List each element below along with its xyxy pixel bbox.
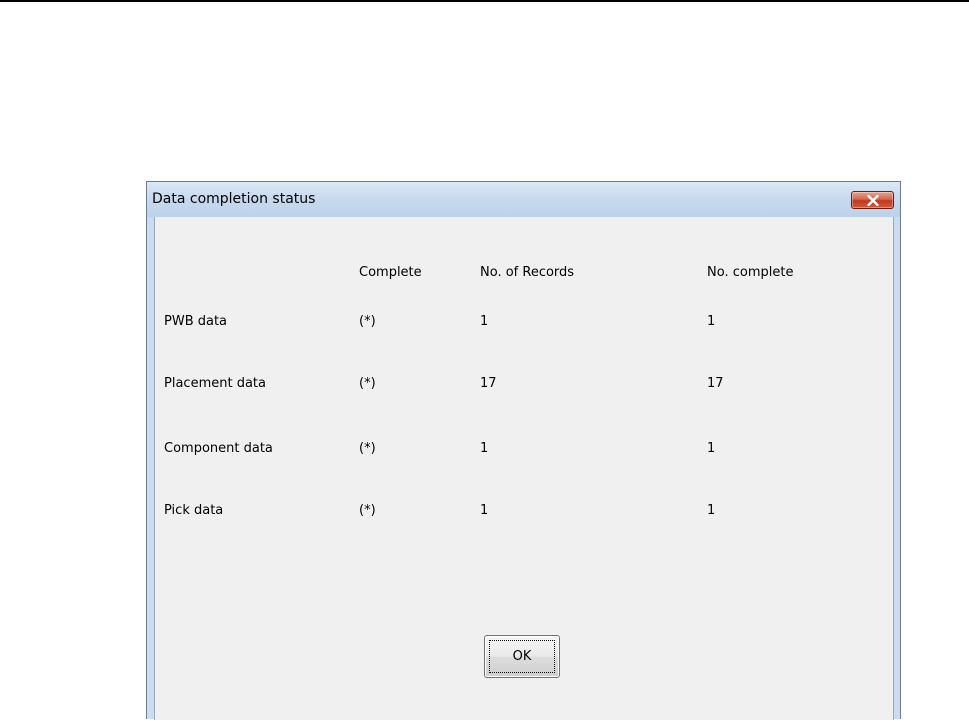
header-no-complete: No. complete — [707, 265, 794, 280]
row-label-component-data: Component data — [164, 441, 273, 456]
close-x-icon — [867, 195, 879, 206]
ok-button[interactable]: OK — [484, 635, 560, 678]
row-records-pick-data: 1 — [480, 503, 489, 518]
page-top-rule — [0, 0, 969, 2]
row-label-pick-data: Pick data — [164, 503, 224, 518]
ok-button-label: OK — [512, 649, 532, 664]
row-records-component-data: 1 — [480, 441, 489, 456]
row-no-complete-placement-data: 17 — [707, 376, 724, 391]
dialog-client-area: Complete No. of Records No. complete PWB… — [154, 217, 894, 720]
row-no-complete-component-data: 1 — [707, 441, 716, 456]
row-label-pwb-data: PWB data — [164, 314, 228, 329]
row-complete-pick-data: (*) — [359, 503, 376, 518]
row-no-complete-pwb-data: 1 — [707, 314, 716, 329]
row-label-placement-data: Placement data — [164, 376, 266, 391]
row-complete-placement-data: (*) — [359, 376, 376, 391]
row-records-placement-data: 17 — [480, 376, 497, 391]
row-complete-component-data: (*) — [359, 441, 376, 456]
row-records-pwb-data: 1 — [480, 314, 489, 329]
header-complete: Complete — [359, 265, 422, 280]
data-completion-status-dialog: Data completion status Complete No. of R… — [146, 181, 901, 720]
header-no-of-records: No. of Records — [480, 265, 575, 280]
dialog-titlebar[interactable]: Data completion status — [147, 182, 900, 217]
row-complete-pwb-data: (*) — [359, 314, 376, 329]
dialog-title: Data completion status — [152, 191, 316, 207]
close-button[interactable] — [851, 191, 894, 209]
row-no-complete-pick-data: 1 — [707, 503, 716, 518]
